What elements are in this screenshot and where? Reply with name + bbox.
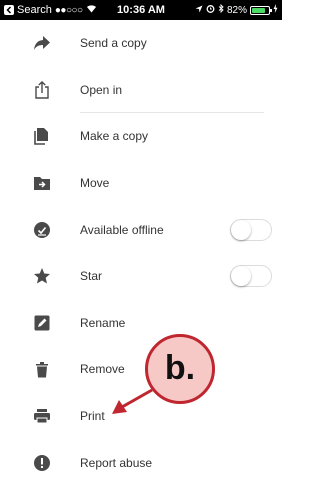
file-actions-menu: Send a copy Open in Make a copy Move Ava… — [0, 20, 282, 486]
menu-item-label: Rename — [80, 315, 126, 330]
report-icon — [33, 454, 51, 472]
trash-icon — [33, 360, 51, 378]
location-icon — [195, 5, 203, 16]
menu-item-report-abuse[interactable]: Report abuse — [0, 439, 282, 486]
annotation-badge: b. — [145, 334, 215, 404]
annotation-label: b. — [164, 349, 196, 387]
menu-item-label: Open in — [80, 82, 123, 97]
alarm-icon — [206, 4, 215, 16]
battery-level-fill — [252, 7, 266, 13]
menu-item-move[interactable]: Move — [0, 160, 282, 207]
battery-icon — [250, 5, 272, 15]
star-toggle[interactable] — [230, 265, 272, 288]
charging-icon — [273, 4, 278, 16]
move-folder-icon — [33, 174, 51, 192]
toggle-knob — [231, 219, 251, 240]
back-to-app-label[interactable]: Search — [17, 4, 52, 16]
open-in-icon — [33, 80, 51, 99]
available-offline-toggle[interactable] — [230, 218, 272, 241]
rename-pencil-icon — [33, 314, 51, 332]
menu-item-label: Send a copy — [80, 36, 147, 51]
menu-item-label: Available offline — [80, 222, 164, 237]
menu-item-label: Remove — [80, 362, 125, 377]
menu-item-available-offline[interactable]: Available offline — [0, 206, 282, 253]
menu-item-label: Star — [80, 269, 103, 284]
bluetooth-icon — [218, 3, 224, 16]
menu-item-send-a-copy[interactable]: Send a copy — [0, 20, 282, 67]
menu-item-remove[interactable]: Remove — [0, 346, 282, 393]
status-bar-right: 82% — [195, 3, 278, 16]
share-arrow-icon — [33, 34, 51, 52]
menu-item-print[interactable]: Print — [0, 393, 282, 440]
back-arrow-icon[interactable] — [4, 5, 14, 15]
offline-check-icon — [33, 221, 51, 239]
star-icon — [33, 267, 51, 285]
menu-item-open-in[interactable]: Open in — [0, 67, 282, 114]
status-bar-left: Search ●●○○○ — [4, 4, 97, 16]
menu-item-label: Make a copy — [80, 129, 149, 144]
wifi-icon — [86, 4, 97, 16]
menu-item-rename[interactable]: Rename — [0, 300, 282, 347]
signal-strength: ●●○○○ — [54, 4, 83, 16]
menu-item-label: Report abuse — [80, 455, 153, 470]
menu-item-label: Print — [80, 409, 105, 424]
toggle-knob — [231, 266, 251, 287]
menu-item-star[interactable]: Star — [0, 253, 282, 300]
battery-percent: 82% — [226, 4, 247, 16]
copy-icon — [33, 127, 51, 146]
menu-item-label: Move — [80, 176, 110, 191]
printer-icon — [33, 407, 51, 425]
menu-item-make-a-copy[interactable]: Make a copy — [0, 113, 282, 160]
status-bar: Search ●●○○○ 10:36 AM 82% — [0, 0, 282, 20]
